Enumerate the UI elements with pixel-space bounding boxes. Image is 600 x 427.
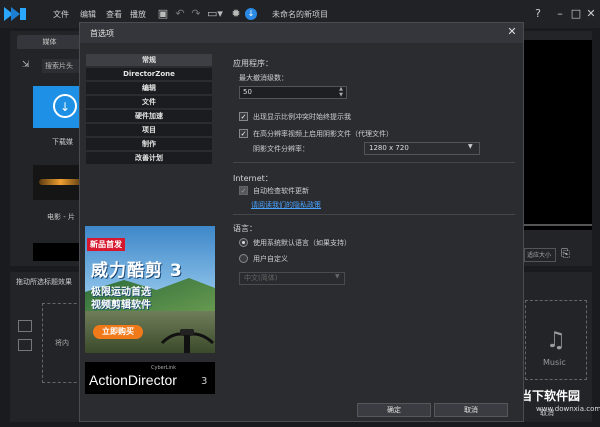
chevron-down-icon: ▼ <box>335 273 340 280</box>
custom-language-radio[interactable] <box>239 254 248 263</box>
preview-size-select[interactable]: 适应大小 <box>524 248 556 262</box>
brand-maker: CyberLink <box>151 365 176 371</box>
shadow-file-label: 在高分辨率视频上启用阴影文件（代理文件） <box>253 130 393 138</box>
divider <box>233 214 515 215</box>
aspect-warning-checkbox[interactable]: ✓ <box>239 112 248 121</box>
auto-update-checkbox[interactable]: ✓ <box>239 186 248 195</box>
ad-buy-button[interactable]: 立即购买 <box>93 325 143 339</box>
language-select[interactable]: 中文(简体) <box>239 272 345 285</box>
ad-badge: 新品首发 <box>87 238 125 251</box>
brand-name: ActionDirector <box>89 372 177 388</box>
watermark-url: www.downxia.com <box>536 405 600 413</box>
auto-update-label: 自动检查软件更新 <box>253 187 309 195</box>
section-language: 语言： <box>233 224 257 233</box>
nav-edit[interactable]: 编辑 <box>86 82 212 94</box>
download-media-label: 下载媒 <box>52 138 73 146</box>
undo-levels-label: 最大撤消级数： <box>239 74 288 82</box>
help-button[interactable]: ? <box>529 6 547 22</box>
custom-language-label: 用户自定义 <box>253 255 288 263</box>
preferences-dialog: 首选项 ✕ 常规 DirectorZone 编辑 文件 硬件加速 项目 制作 改… <box>79 22 524 422</box>
shadow-resolution-select[interactable]: 1280 x 720 <box>364 142 480 155</box>
dialog-close-button[interactable]: ✕ <box>505 25 519 39</box>
music-note-icon: ♫ <box>546 328 566 353</box>
timeline-hint: 拖动所选标题效果 <box>16 278 72 286</box>
divider <box>233 162 515 163</box>
movie-label: 电影 - 片 <box>47 213 75 221</box>
preview-scrubber[interactable] <box>524 224 592 226</box>
nav-directorzone[interactable]: DirectorZone <box>86 68 212 80</box>
aspect-warning-label: 出现显示比例冲突时始终提示我 <box>253 113 351 121</box>
snapshot-icon[interactable]: ⎘ <box>561 247 579 263</box>
brand-banner: CyberLink ActionDirector 3 <box>85 362 215 394</box>
nav-file[interactable]: 文件 <box>86 96 212 108</box>
ad-title: 威力酷剪 3 <box>91 261 183 281</box>
undo-levels-input[interactable]: 50 <box>239 86 347 99</box>
import-icon[interactable]: ⇲ <box>22 60 34 72</box>
download-icon: ↓ <box>53 94 77 118</box>
dialog-title: 首选项 <box>90 29 114 38</box>
ad-banner[interactable]: 新品首发 威力酷剪 3 极限运动首选 视频剪辑软件 立即购买 <box>85 226 215 353</box>
section-application: 应用程序： <box>233 59 273 68</box>
video-track-icon[interactable] <box>18 320 32 332</box>
system-language-radio[interactable] <box>239 238 248 247</box>
movie-tile-2[interactable] <box>33 243 82 261</box>
shadow-file-checkbox[interactable]: ✓ <box>239 129 248 138</box>
download-media-tile[interactable]: ↓ <box>33 86 82 128</box>
ad-tagline-2: 视频剪辑软件 <box>91 300 151 311</box>
watermark-name: 当下软件园 <box>520 389 581 403</box>
movie-tile[interactable] <box>33 165 82 200</box>
nav-improvement-program[interactable]: 改善计划 <box>86 152 212 164</box>
ok-button[interactable]: 确定 <box>357 403 431 417</box>
nav-produce[interactable]: 制作 <box>86 138 212 150</box>
music-label: Music <box>543 358 566 367</box>
close-window-button[interactable]: ✕ <box>582 6 600 22</box>
dialog-title-bar[interactable]: 首选项 ✕ <box>80 23 523 43</box>
window-title: 未命名的新项目 <box>272 10 328 19</box>
nav-hardware-acceleration[interactable]: 硬件加速 <box>86 110 212 122</box>
bicycle-handlebar-icon <box>160 329 215 353</box>
spin-arrows-icon[interactable]: ▲ ▼ <box>335 86 347 99</box>
audio-track-icon[interactable] <box>18 339 32 351</box>
nav-general[interactable]: 常规 <box>86 54 212 66</box>
nav-project[interactable]: 项目 <box>86 124 212 136</box>
cancel-button[interactable]: 取消 <box>434 403 508 417</box>
section-internet: Internet： <box>233 174 273 183</box>
media-search-input[interactable]: 搜索片头 <box>42 59 82 73</box>
system-language-label: 使用系统默认语言（如果支持） <box>253 239 351 247</box>
preview-screen <box>524 40 592 230</box>
shadow-resolution-label: 阴影文件分辨率： <box>253 145 309 153</box>
privacy-policy-link[interactable]: 请阅读我们的隐私政策 <box>251 200 321 210</box>
chevron-down-icon: ▼ <box>468 143 473 150</box>
brand-version: 3 <box>201 376 208 387</box>
timeline-drop-area[interactable]: 将内 <box>42 303 82 383</box>
tab-media[interactable]: 媒体 <box>17 35 82 49</box>
movie-thumbnail <box>39 179 82 185</box>
